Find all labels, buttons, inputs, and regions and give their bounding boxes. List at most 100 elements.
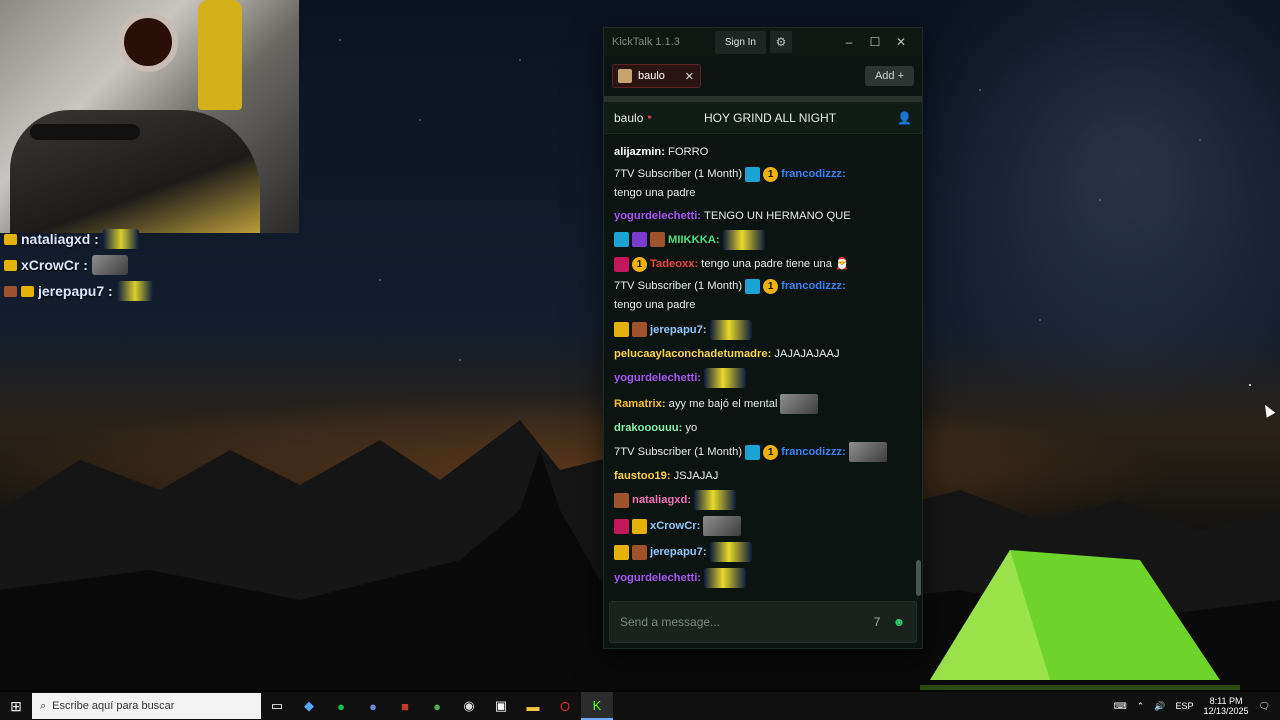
chat-message: alijazmin: FORRO: [614, 144, 912, 160]
chevron-up-icon[interactable]: ⌃: [1137, 701, 1145, 712]
chat-username[interactable]: Ramatrix:: [614, 396, 666, 412]
obs-icon[interactable]: ◉: [453, 692, 485, 720]
overlay-chat-row: jerepapu7 :: [0, 278, 300, 304]
streamer-label: baulo: [614, 110, 644, 125]
sword-badge-icon: [745, 278, 761, 294]
message-input[interactable]: [620, 615, 866, 629]
file-explorer-icon[interactable]: ▬: [517, 692, 549, 720]
chat-username[interactable]: yogurdelechetti:: [614, 570, 701, 586]
chat-username[interactable]: nataliagxd:: [632, 492, 691, 508]
chat-username[interactable]: drakooouuu:: [614, 420, 682, 436]
copilot-icon[interactable]: ◆: [293, 692, 325, 720]
chat-username[interactable]: xCrowCr:: [650, 518, 700, 534]
chat-username[interactable]: francodizzz:: [781, 278, 846, 294]
spotify-icon[interactable]: ●: [325, 692, 357, 720]
chat-message: jerepapu7:: [614, 319, 912, 340]
keyboard-icon[interactable]: ⌨: [1114, 701, 1127, 712]
chrome-icon[interactable]: ●: [421, 692, 453, 720]
wallpaper-milkyway: [900, 0, 1280, 420]
app-icon[interactable]: ▣: [485, 692, 517, 720]
chat-username[interactable]: Tadeoxx:: [650, 256, 698, 272]
chat-message: MIIKKKA:: [614, 229, 912, 250]
windows-start-icon[interactable]: ⊞: [0, 692, 32, 720]
chat-text: yo: [685, 421, 698, 434]
close-tab-icon[interactable]: ✕: [685, 70, 694, 83]
chat-username[interactable]: MIIKKKA:: [668, 232, 720, 248]
chat-text: ayy me bajó el mental: [668, 397, 778, 410]
clock[interactable]: 8:11 PM 12/13/2025: [1204, 696, 1249, 717]
sword-badge-icon: [745, 166, 761, 182]
discord-icon[interactable]: ●: [357, 692, 389, 720]
chat-username[interactable]: yogurdelechetti:: [614, 370, 701, 386]
emote-icon: [704, 568, 747, 589]
volume-icon[interactable]: 🔊: [1154, 701, 1165, 712]
chat-text: FORRO: [667, 146, 709, 158]
notifications-icon[interactable]: 🗨: [1259, 701, 1270, 712]
chat-username[interactable]: francodizzz:: [781, 444, 846, 460]
hammer-icon: [4, 285, 17, 297]
crown-badge-icon: [614, 544, 629, 560]
hammer-badge-icon: [650, 232, 665, 248]
opera-icon[interactable]: O: [549, 692, 581, 720]
chat-text: JAJAJAJAAJ: [774, 347, 840, 360]
one-badge-icon: 1: [632, 256, 647, 272]
crown-icon: [21, 285, 34, 297]
one-badge-icon: 1: [763, 278, 779, 294]
app-title: KickTalk 1.1.3: [612, 36, 680, 48]
maximize-icon[interactable]: ☐: [862, 35, 888, 49]
chat-message: 7TV Subscriber (1 Month) 1 francodizzz:: [614, 442, 912, 463]
seventv-badge-alt: 7TV Subscriber (1 Month): [614, 168, 743, 181]
gear-icon[interactable]: ⚙: [770, 31, 792, 53]
chat-message: 7TV Subscriber (1 Month) 1 francodizzz: …: [614, 278, 912, 313]
chat-username[interactable]: jerepapu7:: [650, 322, 707, 338]
crown-badge-icon: [632, 518, 647, 534]
santa-emote-icon: 🎅: [834, 257, 849, 270]
sword-badge-icon: [745, 444, 761, 460]
chat-username[interactable]: jerepapu7:: [650, 544, 707, 560]
titlebar[interactable]: KickTalk 1.1.3 Sign In ⚙ – ☐ ✕: [604, 28, 922, 56]
emote-icon: [116, 281, 153, 301]
chat-message: faustoo19: JSJAJAJ: [614, 468, 912, 484]
sign-in-button[interactable]: Sign In: [714, 30, 766, 54]
chat-username[interactable]: yogurdelechetti:: [614, 208, 701, 224]
chat-message: Ramatrix: ayy me bajó el mental: [614, 393, 912, 414]
chat-scrollbar[interactable]: [916, 560, 921, 596]
minimize-icon[interactable]: –: [836, 35, 862, 49]
emote-icon: [704, 367, 747, 388]
chat-message: 7TV Subscriber (1 Month) 1 francodizzz: …: [614, 166, 912, 201]
chat-username[interactable]: alijazmin:: [614, 144, 665, 160]
kicktalk-icon[interactable]: K: [581, 692, 613, 720]
add-chatroom-button[interactable]: Add +: [864, 66, 914, 86]
seventv-badge-alt: 7TV Subscriber (1 Month): [614, 280, 743, 293]
system-tray: ⌨ ⌃ 🔊 ESP 8:11 PM 12/13/2025 🗨: [1114, 696, 1280, 717]
search-input[interactable]: [52, 700, 203, 712]
chat-message: 1 Tadeoxx: tengo una padre tiene una 🎅: [614, 256, 912, 272]
streamer-name[interactable]: baulo ●: [614, 111, 704, 125]
chat-messages[interactable]: alijazmin: FORRO 7TV Subscriber (1 Month…: [604, 140, 922, 598]
chat-text: tengo una padre: [614, 299, 696, 312]
kick-emote-icon[interactable]: ☻: [888, 611, 910, 633]
language-indicator[interactable]: ESP: [1176, 701, 1194, 711]
kicktalk-window: KickTalk 1.1.3 Sign In ⚙ – ☐ ✕ baulo ✕ A…: [603, 27, 923, 649]
chat-message: nataliagxd:: [614, 490, 912, 511]
voicemeeter-icon[interactable]: ■: [389, 692, 421, 720]
tab-baulo[interactable]: baulo ✕: [612, 64, 701, 88]
close-icon[interactable]: ✕: [888, 35, 914, 49]
overlay-chat-row: nataliagxd :: [0, 226, 300, 252]
taskbar-search[interactable]: ⌕: [32, 693, 261, 719]
chat-username[interactable]: faustoo19:: [614, 468, 671, 484]
emote-icon: [102, 229, 139, 249]
emote-icon: [709, 542, 752, 563]
seventv-emote-icon[interactable]: 7: [866, 611, 888, 633]
chat-message: yogurdelechetti: TENGO UN HERMANO QUE: [614, 208, 912, 224]
chat-text: tengo una padre tiene una: [701, 257, 832, 270]
chat-text: TENGO UN HERMANO QUE: [704, 209, 851, 222]
overlay-chat-name: nataliagxd :: [21, 231, 99, 247]
chat-message: drakooouuu: yo: [614, 420, 912, 436]
avatar: [618, 69, 632, 83]
chat-username[interactable]: pelucaaylaconchadetumadre:: [614, 346, 771, 362]
user-icon[interactable]: 👤: [897, 111, 912, 125]
webcam-wall-decoration: [118, 12, 178, 72]
chat-username[interactable]: francodizzz:: [781, 166, 846, 182]
task-view-icon[interactable]: ▭: [261, 692, 293, 720]
